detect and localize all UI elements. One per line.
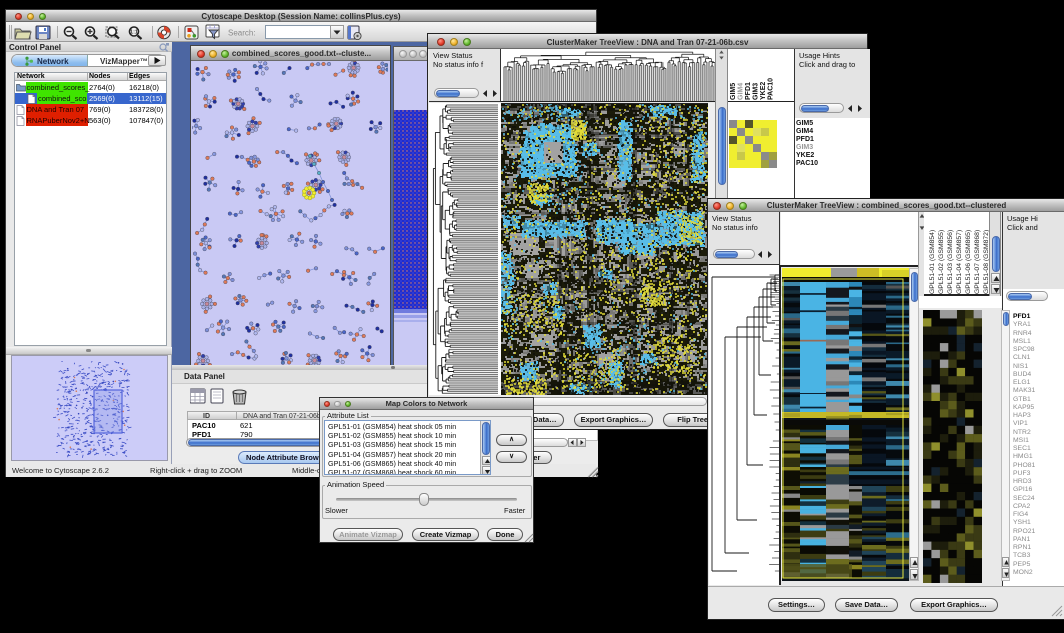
svg-text:GPL51-07 (GSM868): GPL51-07 (GSM868) bbox=[974, 230, 981, 294]
svg-text:YKE2: YKE2 bbox=[760, 82, 767, 100]
svg-text:GIM3: GIM3 bbox=[753, 83, 760, 100]
svg-text:GPL51-01 (GSM854): GPL51-01 (GSM854) bbox=[929, 230, 936, 294]
svg-text:1:1: 1:1 bbox=[130, 30, 138, 36]
svg-text:GPL51-04 (GSM857): GPL51-04 (GSM857) bbox=[956, 230, 963, 294]
svg-text:Search:: Search: bbox=[228, 29, 256, 38]
svg-text:GPL51-02 (GSM855): GPL51-02 (GSM855) bbox=[938, 230, 945, 294]
svg-text:PFD1: PFD1 bbox=[745, 82, 752, 100]
svg-text:GIM4: GIM4 bbox=[738, 83, 745, 100]
svg-text:GPL51-03 (GSM856): GPL51-03 (GSM856) bbox=[947, 230, 954, 294]
svg-text:PAC10: PAC10 bbox=[768, 78, 775, 100]
svg-text:GIM5: GIM5 bbox=[730, 83, 737, 100]
svg-text:GPL51-06 (GSM865): GPL51-06 (GSM865) bbox=[965, 230, 972, 294]
